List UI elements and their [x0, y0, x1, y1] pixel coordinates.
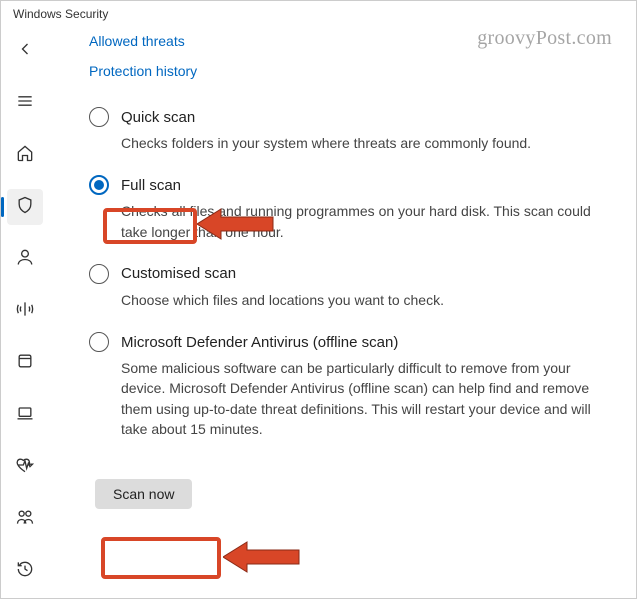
- option-quick-scan[interactable]: Quick scan Checks folders in your system…: [89, 107, 616, 153]
- laptop-icon: [15, 403, 35, 428]
- label-custom: Customised scan: [121, 265, 236, 282]
- option-offline-scan[interactable]: Microsoft Defender Antivirus (offline sc…: [89, 332, 616, 439]
- option-full-scan[interactable]: Full scan Checks all files and running p…: [89, 175, 616, 242]
- sidebar-firewall[interactable]: [7, 293, 43, 329]
- history-icon: [15, 559, 35, 584]
- sidebar-app-browser[interactable]: [7, 345, 43, 381]
- radio-custom[interactable]: [89, 264, 109, 284]
- sidebar-menu[interactable]: [7, 85, 43, 121]
- shield-icon: [15, 195, 35, 220]
- option-custom-scan[interactable]: Customised scan Choose which files and l…: [89, 264, 616, 310]
- app-icon: [15, 351, 35, 376]
- sidebar-performance[interactable]: [7, 449, 43, 485]
- wifi-icon: [15, 299, 35, 324]
- watermark: groovyPost.com: [477, 27, 612, 50]
- label-quick: Quick scan: [121, 109, 195, 126]
- person-icon: [15, 247, 35, 272]
- family-icon: [15, 507, 35, 532]
- link-protection-history[interactable]: Protection history: [89, 63, 616, 79]
- scan-options: Quick scan Checks folders in your system…: [89, 107, 616, 509]
- sidebar-home[interactable]: [7, 137, 43, 173]
- sidebar-history[interactable]: [7, 553, 43, 589]
- sidebar-back[interactable]: [7, 33, 43, 69]
- sidebar-account[interactable]: [7, 241, 43, 277]
- label-full: Full scan: [121, 177, 181, 194]
- arrow-left-icon: [15, 39, 35, 64]
- desc-custom: Choose which files and locations you wan…: [121, 290, 601, 310]
- heart-icon: [15, 455, 35, 480]
- radio-full[interactable]: [89, 175, 109, 195]
- sidebar-family[interactable]: [7, 501, 43, 537]
- scan-now-button[interactable]: Scan now: [95, 479, 192, 509]
- sidebar-virus-protection[interactable]: [7, 189, 43, 225]
- hamburger-icon: [15, 91, 35, 116]
- sidebar-device-security[interactable]: [7, 397, 43, 433]
- radio-offline[interactable]: [89, 332, 109, 352]
- desc-full: Checks all files and running programmes …: [121, 201, 601, 242]
- desc-quick: Checks folders in your system where thre…: [121, 133, 601, 153]
- main-content: Allowed threats Protection history Quick…: [49, 23, 636, 596]
- radio-quick[interactable]: [89, 107, 109, 127]
- desc-offline: Some malicious software can be particula…: [121, 358, 601, 439]
- window-title: Windows Security: [1, 1, 636, 23]
- sidebar: [1, 23, 49, 596]
- label-offline: Microsoft Defender Antivirus (offline sc…: [121, 334, 398, 351]
- home-icon: [15, 143, 35, 168]
